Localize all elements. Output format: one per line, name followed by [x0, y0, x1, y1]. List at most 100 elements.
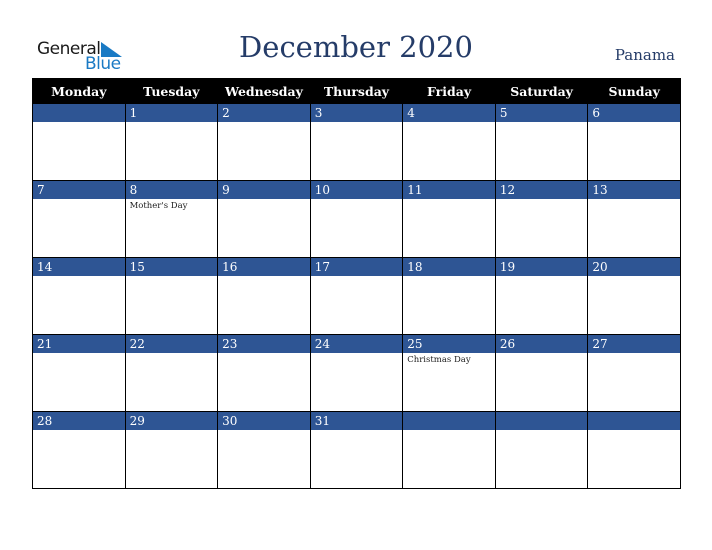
day-number: 23	[218, 335, 310, 353]
week-row: 123456	[32, 103, 681, 181]
day-cell[interactable]: 12	[494, 180, 589, 258]
day-cell[interactable]: 3	[309, 103, 404, 181]
day-cell[interactable]: 21	[32, 334, 126, 412]
day-cell[interactable]: 23	[217, 334, 311, 412]
weekday-header: Monday	[32, 78, 126, 104]
holiday-label	[33, 430, 125, 434]
day-cell[interactable]: 24	[309, 334, 404, 412]
holiday-label	[311, 430, 403, 434]
day-cell[interactable]: 22	[124, 334, 219, 412]
day-cell[interactable]	[402, 411, 496, 489]
day-number: 25	[403, 335, 495, 353]
holiday-label	[126, 353, 218, 357]
week-row: 14 15 16 17 18 19 20	[32, 257, 681, 335]
weekday-header-row: Monday Tuesday Wednesday Thursday Friday…	[32, 78, 681, 104]
calendar-grid: Monday Tuesday Wednesday Thursday Friday…	[32, 78, 681, 489]
day-number: 31	[310, 412, 403, 430]
day-number: 17	[310, 258, 403, 276]
day-cell[interactable]: 7	[32, 180, 126, 258]
holiday-label	[126, 430, 218, 434]
holiday-label	[403, 122, 495, 126]
day-number	[588, 412, 680, 430]
day-number: 1	[125, 104, 218, 122]
day-cell[interactable]: 29	[124, 411, 219, 489]
holiday-label	[588, 199, 680, 203]
week-row: 7 8 Mother's Day 9 10 11 12 13	[32, 180, 681, 258]
day-number: 26	[495, 335, 588, 353]
day-number	[495, 412, 588, 430]
day-number: 24	[310, 335, 403, 353]
day-cell[interactable]: 5	[494, 103, 589, 181]
weekday-header: Saturday	[494, 78, 589, 104]
day-number: 15	[125, 258, 218, 276]
holiday-label	[218, 353, 310, 357]
holiday-label	[311, 353, 403, 357]
day-number: 28	[33, 412, 125, 430]
holiday-label	[403, 430, 495, 434]
holiday-label	[311, 276, 403, 280]
day-cell[interactable]: 6	[587, 103, 681, 181]
day-number: 19	[495, 258, 588, 276]
holiday-label: Mother's Day	[129, 201, 188, 211]
day-cell[interactable]: 8 Mother's Day	[124, 180, 219, 258]
weekday-header: Sunday	[587, 78, 681, 104]
day-number: 27	[588, 335, 680, 353]
holiday-label	[218, 122, 310, 126]
holiday-label	[33, 276, 125, 280]
country-label: Panama	[614, 46, 675, 64]
day-cell[interactable]: 14	[32, 257, 126, 335]
weekday-header: Friday	[402, 78, 496, 104]
week-row: 21 22 23 24 25 Christmas Day 26 27	[32, 334, 681, 412]
week-row: 28 29 30 31	[32, 411, 681, 489]
day-cell[interactable]: 18	[402, 257, 496, 335]
holiday-label: Christmas Day	[407, 355, 471, 365]
day-cell[interactable]: 17	[309, 257, 404, 335]
day-number: 11	[403, 181, 495, 199]
day-cell[interactable]	[494, 411, 589, 489]
day-cell[interactable]: 15	[124, 257, 219, 335]
day-number: 5	[495, 104, 588, 122]
day-cell[interactable]: 11	[402, 180, 496, 258]
day-number: 14	[33, 258, 125, 276]
day-cell[interactable]: 25 Christmas Day	[402, 334, 496, 412]
holiday-label	[496, 276, 588, 280]
holiday-label	[218, 276, 310, 280]
day-cell[interactable]: 10	[309, 180, 404, 258]
holiday-label	[311, 199, 403, 203]
day-number: 18	[403, 258, 495, 276]
day-number: 30	[218, 412, 310, 430]
holiday-label	[588, 353, 680, 357]
weekday-header: Thursday	[309, 78, 404, 104]
day-cell[interactable]: 13	[587, 180, 681, 258]
day-number: 20	[588, 258, 680, 276]
day-cell[interactable]: 4	[402, 103, 496, 181]
day-number: 4	[403, 104, 495, 122]
day-number: 12	[495, 181, 588, 199]
day-cell[interactable]: 9	[217, 180, 311, 258]
holiday-label	[403, 276, 495, 280]
holiday-label	[496, 199, 588, 203]
day-number: 21	[33, 335, 125, 353]
weekday-header: Tuesday	[124, 78, 219, 104]
day-cell[interactable]	[32, 103, 126, 181]
day-number: 2	[218, 104, 310, 122]
holiday-label	[126, 276, 218, 280]
day-cell[interactable]: 19	[494, 257, 589, 335]
day-cell[interactable]: 1	[124, 103, 219, 181]
day-cell[interactable]: 28	[32, 411, 126, 489]
day-cell[interactable]: 30	[217, 411, 311, 489]
day-cell[interactable]: 31	[309, 411, 404, 489]
holiday-label	[311, 122, 403, 126]
day-cell[interactable]	[587, 411, 681, 489]
day-number: 29	[125, 412, 218, 430]
day-number: 8	[125, 181, 218, 199]
day-cell[interactable]: 27	[587, 334, 681, 412]
holiday-label	[218, 199, 310, 203]
holiday-label	[33, 199, 125, 203]
day-cell[interactable]: 26	[494, 334, 589, 412]
holiday-label	[218, 430, 310, 434]
day-number: 7	[33, 181, 125, 199]
day-cell[interactable]: 16	[217, 257, 311, 335]
day-cell[interactable]: 2	[217, 103, 311, 181]
day-cell[interactable]: 20	[587, 257, 681, 335]
